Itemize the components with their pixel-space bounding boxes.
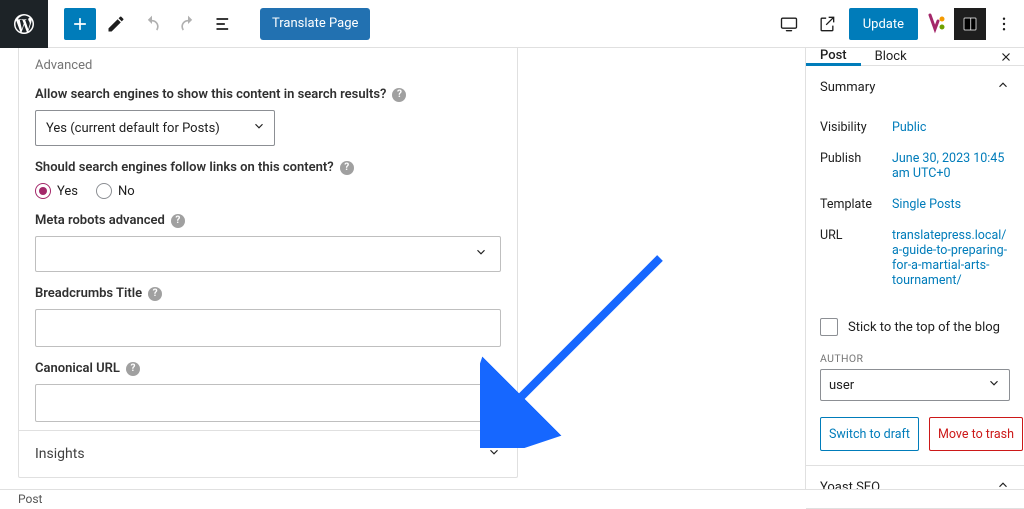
stick-top-label: Stick to the top of the blog — [848, 320, 1000, 335]
tab-post[interactable]: Post — [806, 49, 861, 66]
help-icon[interactable]: ? — [148, 287, 162, 301]
edit-mode-icon[interactable] — [100, 8, 132, 40]
breadcrumbs-title-input[interactable] — [35, 309, 501, 347]
allow-search-label: Allow search engines to show this conten… — [35, 87, 501, 102]
visibility-label: Visibility — [820, 120, 892, 135]
chevron-down-icon — [987, 376, 1001, 394]
url-value[interactable]: translatepress.local/a-guide-to-preparin… — [892, 228, 1010, 288]
insights-toggle[interactable]: Insights — [19, 430, 517, 477]
editor-toolbar: Translate Page Update — [0, 0, 1024, 48]
redo-icon[interactable] — [172, 8, 204, 40]
settings-sidebar-toggle[interactable] — [954, 8, 986, 40]
template-value[interactable]: Single Posts — [892, 197, 1010, 212]
yoast-icon[interactable] — [924, 12, 948, 36]
move-to-trash-button[interactable]: Move to trash — [929, 417, 1023, 451]
meta-robots-label: Meta robots advanced? — [35, 213, 501, 228]
settings-sidebar: Post Block Summary VisibilityPublic Publ… — [805, 48, 1024, 489]
help-icon[interactable]: ? — [126, 362, 140, 376]
yoast-advanced-panel: Advanced Allow search engines to show th… — [18, 48, 518, 478]
follow-yes-radio[interactable]: Yes — [35, 183, 78, 199]
visibility-value[interactable]: Public — [892, 120, 1010, 135]
help-icon[interactable]: ? — [171, 214, 185, 228]
author-heading: AUTHOR — [806, 348, 1024, 369]
author-select[interactable]: user — [820, 369, 1010, 401]
undo-icon[interactable] — [136, 8, 168, 40]
editor-canvas: Advanced Allow search engines to show th… — [0, 48, 805, 489]
help-icon[interactable]: ? — [392, 88, 406, 102]
canonical-url-label: Canonical URL? — [35, 361, 501, 376]
follow-no-radio[interactable]: No — [96, 183, 135, 199]
publish-label: Publish — [820, 151, 892, 181]
follow-links-label: Should search engines follow links on th… — [35, 160, 501, 175]
summary-toggle[interactable]: Summary — [806, 66, 1024, 108]
help-icon[interactable]: ? — [340, 161, 354, 175]
translate-page-button[interactable]: Translate Page — [260, 8, 370, 40]
update-button[interactable]: Update — [849, 8, 918, 40]
options-menu-icon[interactable] — [992, 8, 1016, 40]
external-preview-icon[interactable] — [811, 8, 843, 40]
breadcrumbs-title-label: Breadcrumbs Title? — [35, 286, 501, 301]
meta-robots-select[interactable] — [35, 236, 501, 272]
chevron-up-icon — [996, 78, 1010, 96]
stick-top-checkbox[interactable] — [820, 318, 838, 336]
canonical-url-input[interactable] — [35, 384, 501, 422]
publish-value[interactable]: June 30, 2023 10:45 am UTC+0 — [892, 151, 1010, 181]
section-title: Advanced — [35, 54, 501, 73]
allow-search-select[interactable]: Yes (current default for Posts) — [35, 110, 275, 146]
chevron-down-icon — [487, 445, 501, 463]
breadcrumb: Post — [0, 489, 1024, 507]
add-block-button[interactable] — [64, 8, 96, 40]
chevron-down-icon — [252, 119, 266, 137]
switch-to-draft-button[interactable]: Switch to draft — [820, 417, 919, 451]
wordpress-logo[interactable] — [0, 0, 48, 48]
document-overview-icon[interactable] — [208, 8, 240, 40]
template-label: Template — [820, 197, 892, 212]
tab-block[interactable]: Block — [861, 48, 921, 65]
device-preview-icon[interactable] — [773, 8, 805, 40]
chevron-down-icon — [474, 245, 488, 263]
url-label: URL — [820, 228, 892, 288]
close-sidebar-icon[interactable] — [996, 47, 1016, 67]
